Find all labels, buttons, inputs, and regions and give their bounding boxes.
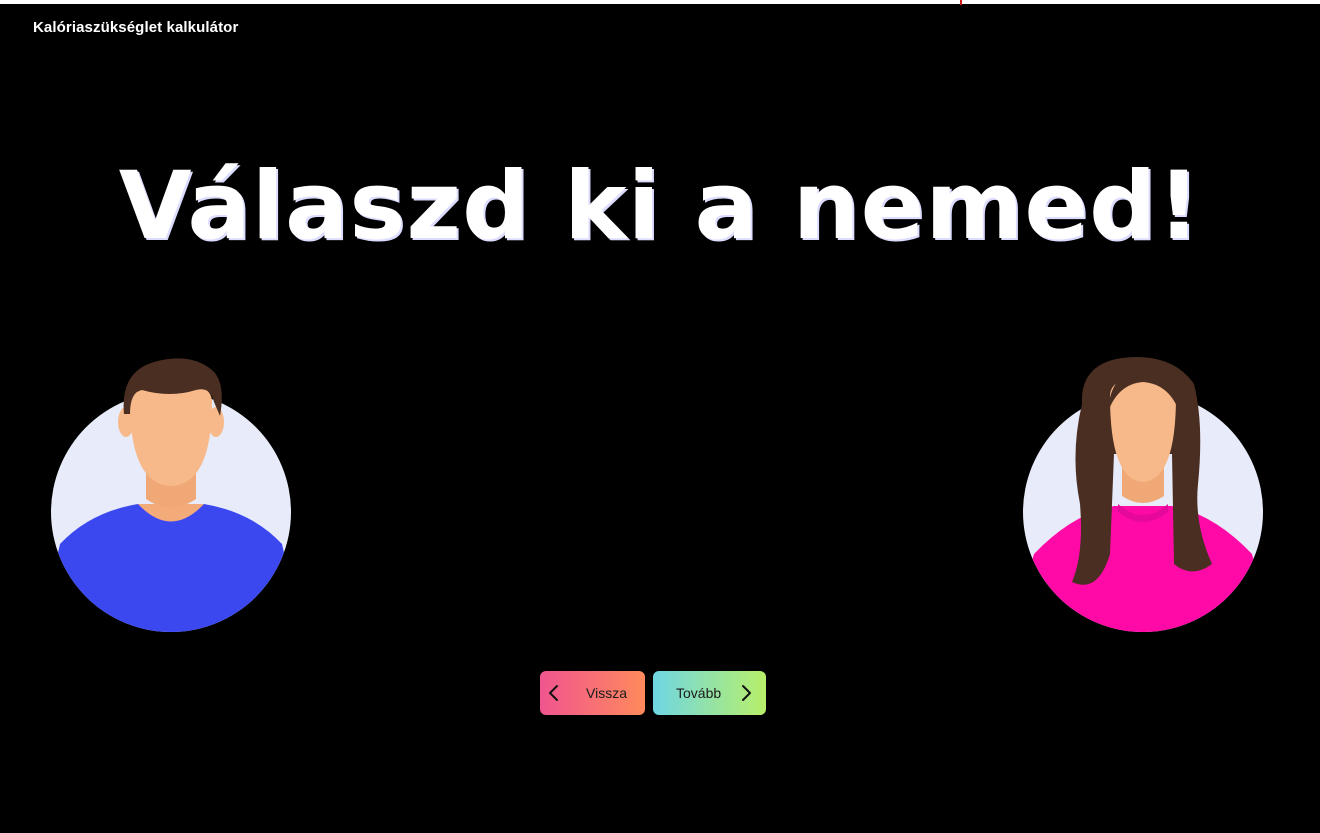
window-top-border <box>0 0 1320 4</box>
next-button-label: Tovább <box>676 685 722 701</box>
back-button[interactable]: Vissza <box>540 671 645 715</box>
page-title: Válaszd ki a nemed! <box>118 152 1202 261</box>
window-top-marker <box>960 0 962 5</box>
chevron-right-icon <box>742 685 752 701</box>
next-button[interactable]: Tovább <box>653 671 766 715</box>
female-avatar-icon <box>1023 357 1263 632</box>
chevron-left-icon <box>549 685 558 701</box>
male-avatar-icon <box>51 358 291 632</box>
back-button-label: Vissza <box>586 685 627 701</box>
male-option[interactable] <box>50 354 292 632</box>
app-title: Kalóriaszükséglet kalkulátor <box>33 19 239 36</box>
female-option[interactable] <box>1022 354 1264 632</box>
